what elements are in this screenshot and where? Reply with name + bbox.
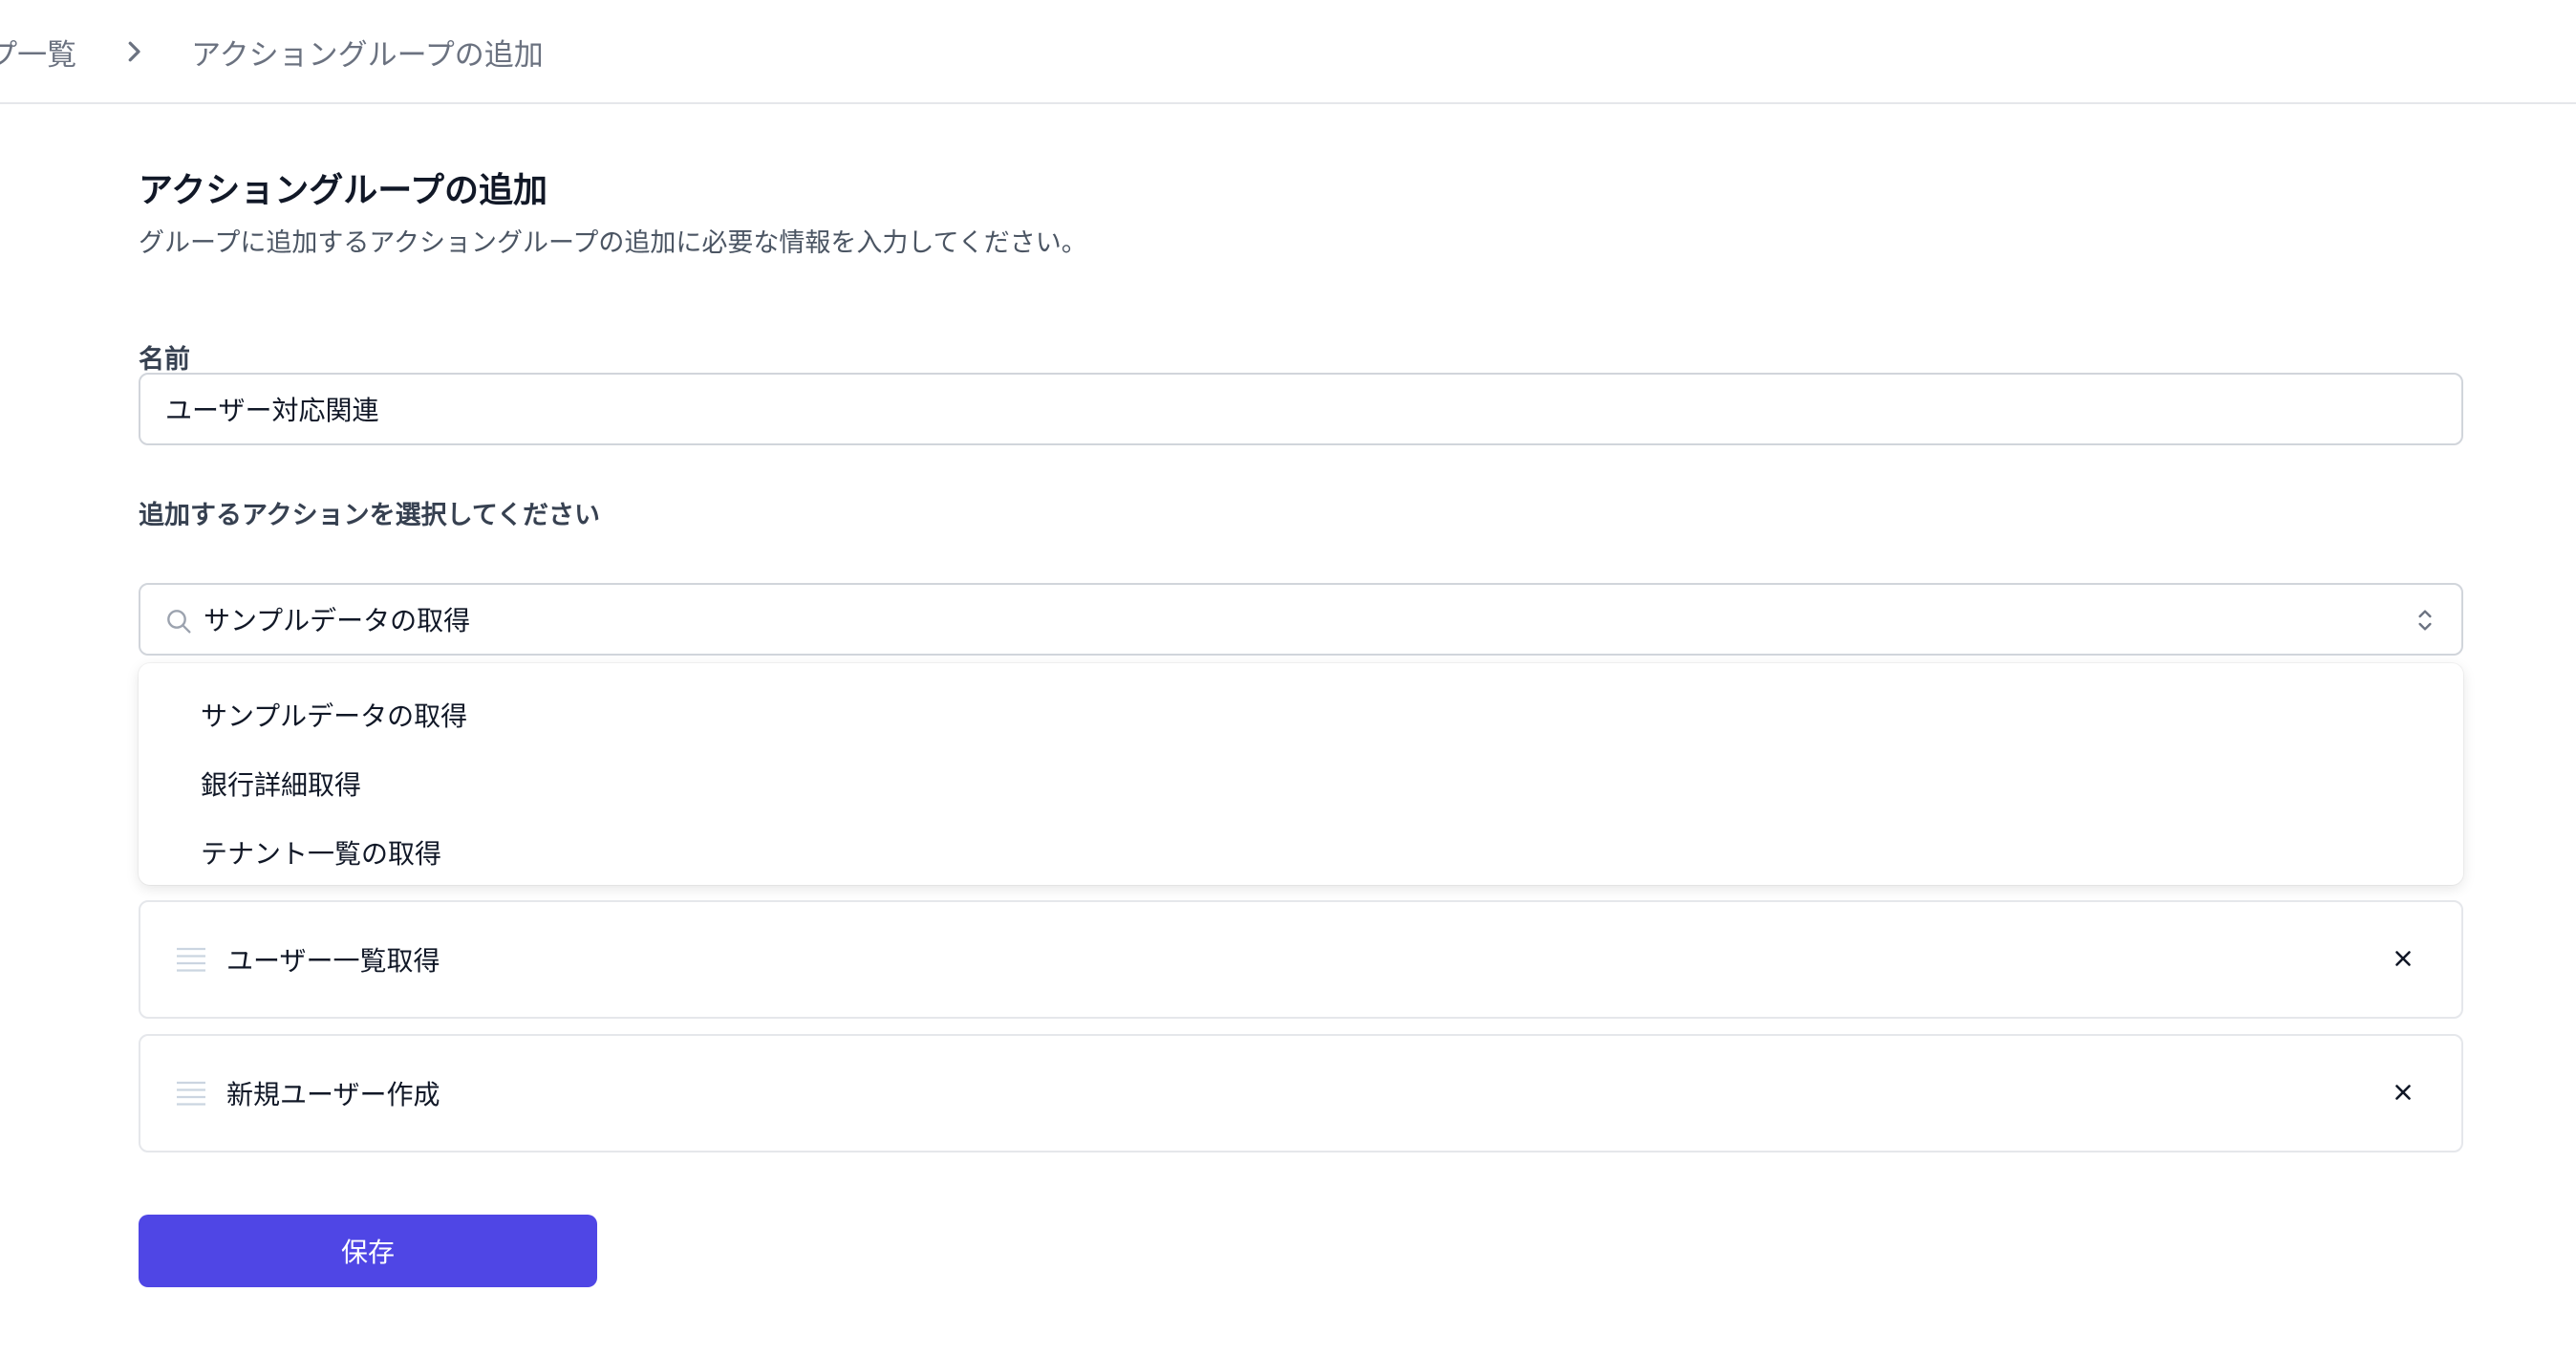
drag-handle-icon[interactable] [177, 1080, 205, 1107]
selected-action-item: 新規ユーザー作成 [139, 1034, 2463, 1152]
name-input[interactable] [139, 373, 2463, 445]
close-icon[interactable] [2391, 946, 2415, 971]
page: ープ一覧 アクショングループの追加 アクショングループの追加 グループに追加する… [0, 0, 2576, 1357]
chevron-up-down-icon[interactable] [2410, 604, 2440, 636]
selected-action-label: ユーザー一覧取得 [226, 945, 440, 977]
breadcrumb-item-group-list[interactable]: ープ一覧 [0, 31, 76, 74]
search-icon [167, 610, 191, 634]
close-icon[interactable] [2391, 1080, 2415, 1105]
option-item[interactable]: テナント一覧の取得 [139, 818, 2463, 887]
page-description: グループに追加するアクショングループの追加に必要な情報を入力してください。 [139, 228, 1087, 258]
selected-action-item: ユーザー一覧取得 [139, 900, 2463, 1019]
page-title: アクショングループの追加 [139, 171, 548, 210]
action-search-input[interactable] [204, 585, 2353, 654]
top-bar: ープ一覧 アクショングループの追加 [0, 0, 2576, 104]
drag-handle-icon[interactable] [177, 946, 205, 973]
action-options-dropdown: サンプルデータの取得 銀行詳細取得 テナント一覧の取得 [139, 663, 2463, 885]
option-item[interactable]: サンプルデータの取得 [139, 680, 2463, 749]
action-combobox[interactable] [139, 583, 2463, 656]
save-button[interactable]: 保存 [139, 1215, 597, 1287]
action-select-label: 追加するアクションを選択してください [139, 501, 601, 530]
name-label: 名前 [139, 345, 190, 375]
option-item[interactable]: 銀行詳細取得 [139, 749, 2463, 818]
chevron-right-icon [76, 37, 191, 66]
breadcrumb-item-current: アクショングループの追加 [191, 37, 544, 73]
breadcrumb: ープ一覧 アクショングループの追加 [0, 0, 544, 103]
selected-action-label: 新規ユーザー作成 [226, 1079, 440, 1110]
